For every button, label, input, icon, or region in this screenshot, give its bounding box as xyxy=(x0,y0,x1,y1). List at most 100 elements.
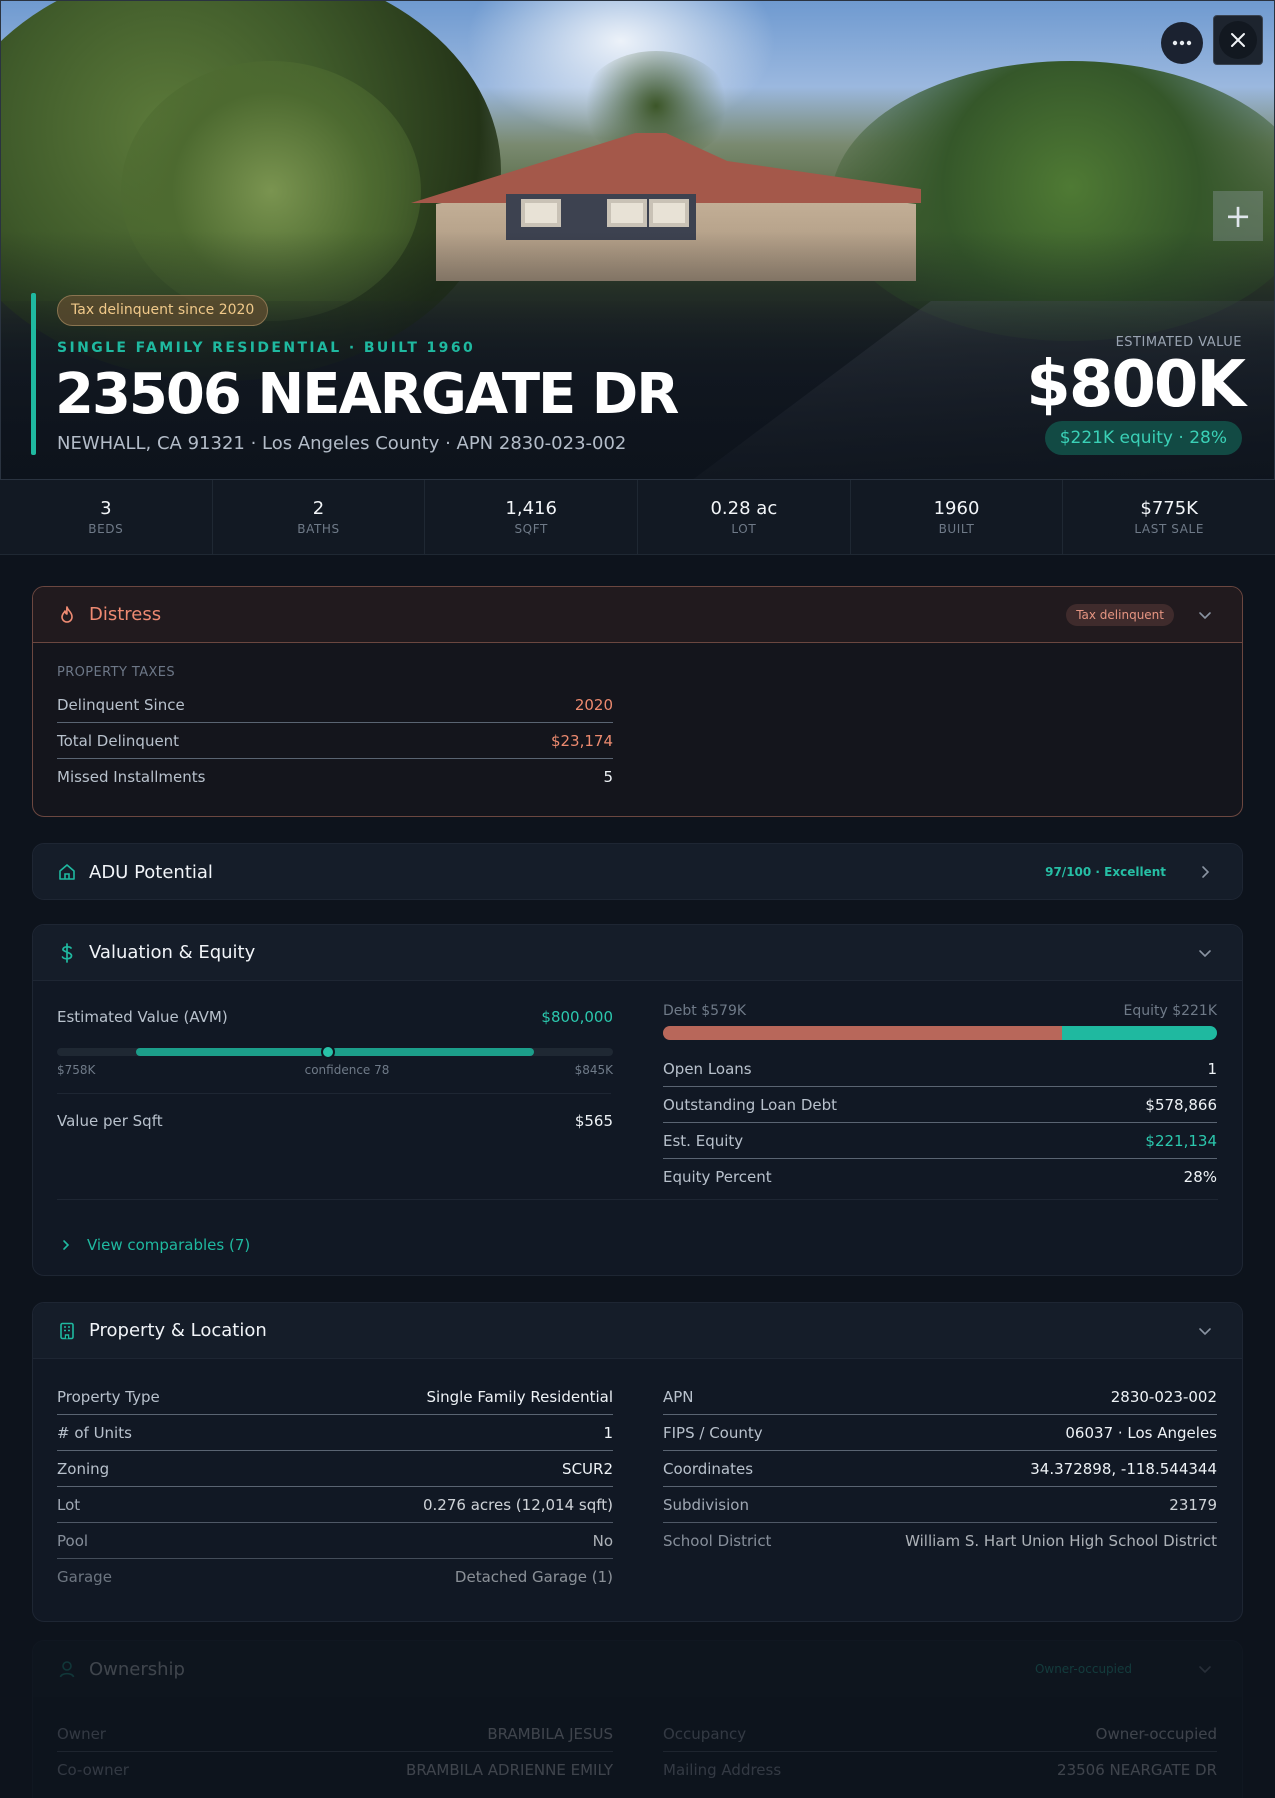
kv-label: Owner xyxy=(57,1724,106,1743)
kv-row: Lot 0.276 acres (12,014 sqft) xyxy=(57,1487,613,1523)
property-taxes-label: PROPERTY TAXES xyxy=(57,665,176,680)
owner-list: Owner BRAMBILA JESUS Co-owner BRAMBILA ADR… xyxy=(57,1716,613,1788)
kv-value: 2020 xyxy=(574,695,613,714)
occupancy-list: Occupancy Owner-occupied Mailing Address 2… xyxy=(663,1716,1217,1788)
debt-segment xyxy=(663,1026,1062,1040)
kv-label: Value per Sqft xyxy=(57,1112,163,1130)
kv-label: Property Type xyxy=(57,1387,160,1406)
kv-value: 1 xyxy=(603,1423,613,1442)
kv-label: Est. Equity xyxy=(663,1131,744,1150)
kv-label: Occupancy xyxy=(663,1724,747,1743)
kv-label: Subdivision xyxy=(663,1495,749,1514)
chevron-down-icon[interactable] xyxy=(1196,606,1214,624)
property-location-card: Property & Location Property Type Single … xyxy=(32,1302,1243,1622)
kv-label: Estimated Value (AVM) xyxy=(57,1008,228,1026)
valuation-card: Valuation & Equity Estimated Value (AVM)… xyxy=(32,924,1243,1276)
chevron-down-icon[interactable] xyxy=(1196,1322,1214,1340)
stat-beds: 3 BEDS xyxy=(0,480,213,554)
stat-label: BATHS xyxy=(297,522,340,536)
close-button[interactable] xyxy=(1213,15,1263,65)
dollar-icon xyxy=(57,942,77,963)
kv-row: Property Type Single Family Residential xyxy=(57,1379,613,1415)
kv-label: Garage xyxy=(57,1568,112,1586)
ownership-header[interactable]: Ownership Owner-occupied xyxy=(33,1641,1242,1697)
home-icon xyxy=(57,862,77,882)
kv-value: $800,000 xyxy=(541,1008,613,1026)
stat-value: 1,416 xyxy=(505,498,557,519)
photo-window xyxy=(607,199,647,227)
chevron-down-icon[interactable] xyxy=(1196,944,1214,962)
kv-row: Garage Detached Garage (1) xyxy=(57,1559,613,1595)
chevron-down-icon[interactable] xyxy=(1196,1660,1214,1678)
kv-value: Single Family Residential xyxy=(426,1387,613,1406)
equity-chip: $221K equity · 28% xyxy=(1044,421,1242,455)
debt-label: Debt $579K xyxy=(663,1003,747,1019)
debt-equity-bar xyxy=(663,1026,1217,1040)
view-comparables-label: View comparables (7) xyxy=(87,1236,251,1254)
stats-bar: 3 BEDS 2 BATHS 1,416 SQFT 0.28 ac LOT 1960 BU… xyxy=(0,480,1275,555)
adu-header[interactable]: ADU Potential 97/100 · Excellent xyxy=(33,844,1242,899)
kv-value: 1 xyxy=(1207,1059,1217,1078)
photo-window xyxy=(521,199,561,227)
ownership-card: Ownership Owner-occupied Owner BRAMBILA J… xyxy=(32,1640,1243,1798)
stat-label: BUILT xyxy=(938,522,975,536)
kv-value: 5 xyxy=(603,768,613,786)
building-icon xyxy=(57,1321,77,1341)
kv-row: Subdivision 23179 xyxy=(663,1487,1217,1523)
kv-label: Mailing Address xyxy=(663,1761,782,1779)
kv-row: Total Delinquent $23,174 xyxy=(57,723,613,759)
kv-row: Coordinates 34.372898, -118.544344 xyxy=(663,1451,1217,1487)
avm-range-track xyxy=(57,1045,613,1059)
avm-row: Estimated Value (AVM) $800,000 xyxy=(57,999,613,1035)
avm-range-fill xyxy=(332,1048,534,1056)
tax-delinquent-badge: Tax delinquent since 2020 xyxy=(57,295,269,326)
hero-photo: + Tax delinquent since 2020 SINGLE FAMIL… xyxy=(0,0,1275,480)
distress-header[interactable]: Distress Tax delinquent xyxy=(33,587,1242,643)
chevron-right-icon[interactable] xyxy=(1196,863,1214,881)
stat-label: LOT xyxy=(731,522,757,536)
kv-row: Value per Sqft $565 xyxy=(57,1103,613,1139)
avm-estimate-marker xyxy=(321,1045,336,1059)
divider xyxy=(57,1199,1218,1200)
view-comparables-link[interactable]: View comparables (7) xyxy=(57,1236,250,1254)
kv-value: William S. Hart Union High School Distri… xyxy=(905,1532,1217,1550)
kv-label: FIPS / County xyxy=(663,1423,763,1442)
kv-value: 06037 · Los Angeles xyxy=(1065,1423,1217,1442)
kv-label: Lot xyxy=(57,1495,81,1514)
occupancy-badge: Owner-occupied xyxy=(1034,1662,1132,1676)
kv-row: Delinquent Since 2020 xyxy=(57,687,613,723)
property-title: Property & Location xyxy=(89,1320,267,1341)
adu-potential-card[interactable]: ADU Potential 97/100 · Excellent xyxy=(32,843,1243,900)
location-details-list: APN 2830-023-002 FIPS / County 06037 · Los… xyxy=(663,1379,1217,1559)
value-per-sqft-row: Value per Sqft $565 xyxy=(57,1103,613,1139)
divider xyxy=(57,1093,611,1094)
property-header[interactable]: Property & Location xyxy=(33,1303,1242,1359)
property-details-list: Property Type Single Family Residential #… xyxy=(57,1379,613,1595)
stat-baths: 2 BATHS xyxy=(213,480,426,554)
more-horizontal-icon xyxy=(1172,40,1192,46)
property-taxes-list: Delinquent Since 2020 Total Delinquent $23… xyxy=(57,687,613,795)
kv-label: Pool xyxy=(57,1531,89,1550)
kv-row: Zoning SCUR2 xyxy=(57,1451,613,1487)
kv-label: Outstanding Loan Debt xyxy=(663,1095,837,1114)
kv-row: Pool No xyxy=(57,1523,613,1559)
more-button[interactable] xyxy=(1161,22,1203,64)
distress-title: Distress xyxy=(89,604,162,625)
kv-label: # of Units xyxy=(57,1423,132,1442)
equity-segment xyxy=(1061,1026,1217,1040)
stat-label: BEDS xyxy=(88,522,124,536)
zoom-in-button[interactable]: + xyxy=(1213,191,1263,241)
stat-sqft: 1,416 SQFT xyxy=(425,480,639,554)
kv-label: Delinquent Since xyxy=(57,695,185,714)
kv-value: BRAMBILA JESUS xyxy=(487,1724,613,1743)
adu-score-badge: 97/100 · Excellent xyxy=(1045,865,1166,879)
valuation-header[interactable]: Valuation & Equity xyxy=(33,925,1242,981)
stat-label: SQFT xyxy=(514,522,548,536)
user-icon xyxy=(57,1659,77,1679)
stat-value: $775K xyxy=(1140,498,1198,519)
kv-label: Missed Installments xyxy=(57,768,206,786)
photo-window xyxy=(649,199,689,227)
kv-value: Detached Garage (1) xyxy=(454,1568,613,1586)
close-icon xyxy=(1231,33,1245,47)
avm-range-high: $845K xyxy=(574,1063,613,1077)
